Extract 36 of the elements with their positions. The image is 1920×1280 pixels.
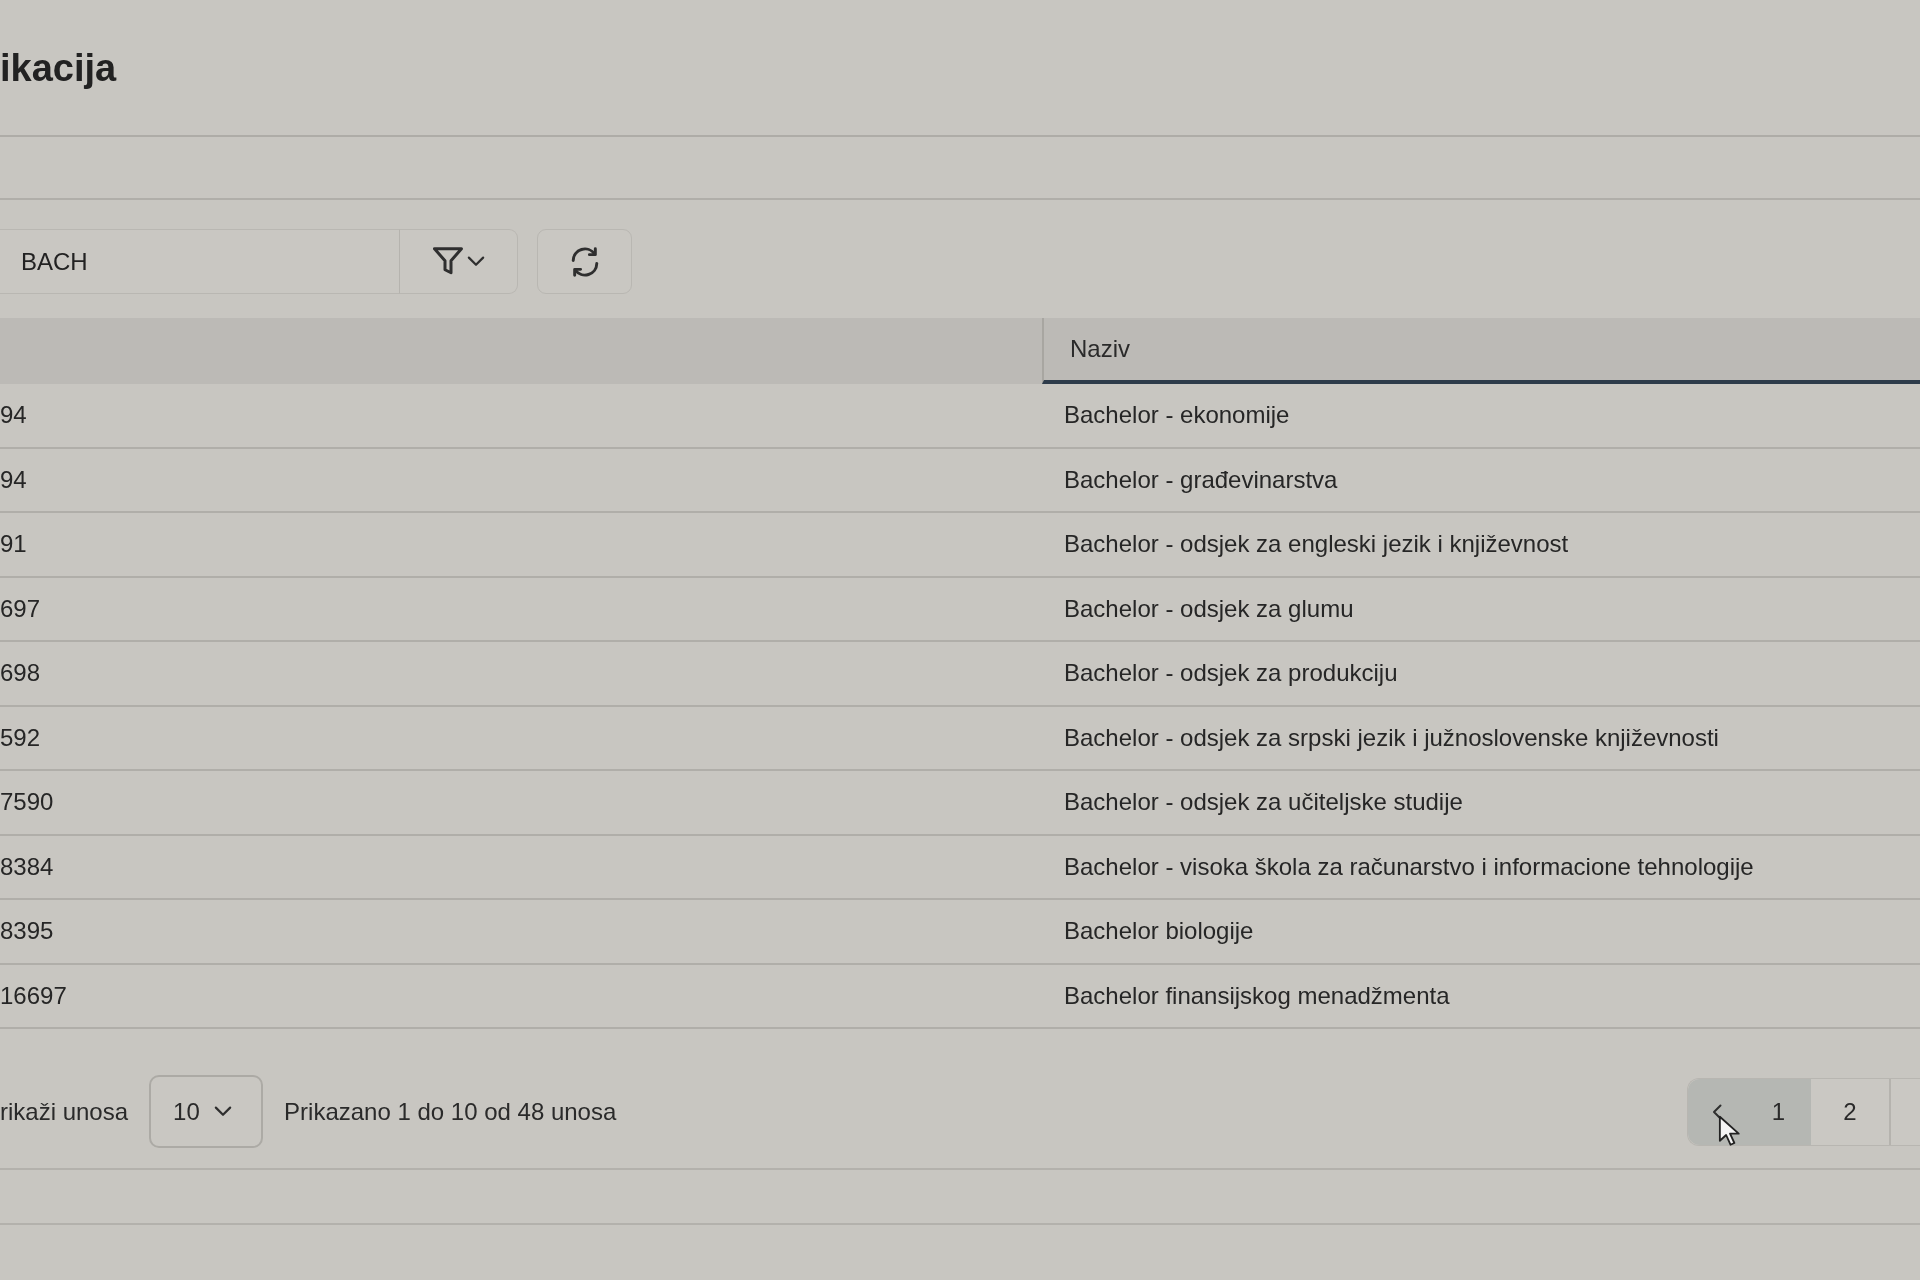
table-cell: Bachelor - odsjek za učiteljske studije — [1064, 788, 1463, 817]
page-button[interactable]: 2 — [1811, 1078, 1891, 1145]
chevron-down-icon — [466, 256, 485, 267]
table-cell: 91 — [0, 530, 27, 559]
table-cell: 8384 — [0, 852, 54, 881]
table-cell: Bachelor - odsjek za srpski jezik i južnoslovenske književnosti — [1064, 723, 1719, 752]
table-cell: 698 — [0, 659, 41, 688]
table-cell: 8395 — [0, 917, 54, 946]
refresh-icon — [570, 246, 599, 277]
table-cell: 94 — [0, 401, 27, 430]
chevron-left-icon — [1712, 1103, 1722, 1120]
table-cell: Bachelor biologije — [1064, 917, 1254, 946]
search-field[interactable]: BACH — [0, 229, 400, 294]
table-cell: Bachelor - ekonomije — [1064, 401, 1290, 430]
page-button[interactable]: 1 — [1746, 1078, 1811, 1145]
previous-page-button[interactable] — [1688, 1078, 1746, 1145]
table-cell: 16697 — [0, 981, 67, 1010]
refresh-button[interactable] — [537, 229, 632, 294]
table-cell: 94 — [0, 465, 27, 494]
entries-summary: Prikazano 1 do 10 od 48 unosa — [284, 1097, 617, 1126]
page-size-label: rikaži unosa — [0, 1097, 129, 1126]
table-cell: 592 — [0, 723, 41, 752]
table-cell: 7590 — [0, 788, 54, 817]
table-cell: Bachelor - odsjek za glumu — [1064, 594, 1354, 623]
mouse-pointer-icon — [1718, 1114, 1740, 1147]
filter-icon — [432, 247, 463, 276]
chevron-down-icon — [213, 1106, 232, 1117]
table-cell: Bachelor - odsjek za produkciju — [1064, 659, 1398, 688]
page-title: ikacija — [0, 48, 117, 87]
table-cell: Bachelor finansijskog menadžmenta — [1064, 981, 1450, 1010]
table-cell: Bachelor - odsjek za engleski jezik i književnost — [1064, 530, 1569, 559]
table-cell: 697 — [0, 594, 41, 623]
filter-button[interactable] — [400, 229, 518, 294]
page-size-select[interactable]: 10 — [149, 1075, 264, 1148]
table-cell: Bachelor - građevinarstva — [1064, 465, 1338, 494]
table-cell: Bachelor - visoka škola za računarstvo i informacione tehnologije — [1064, 852, 1754, 881]
